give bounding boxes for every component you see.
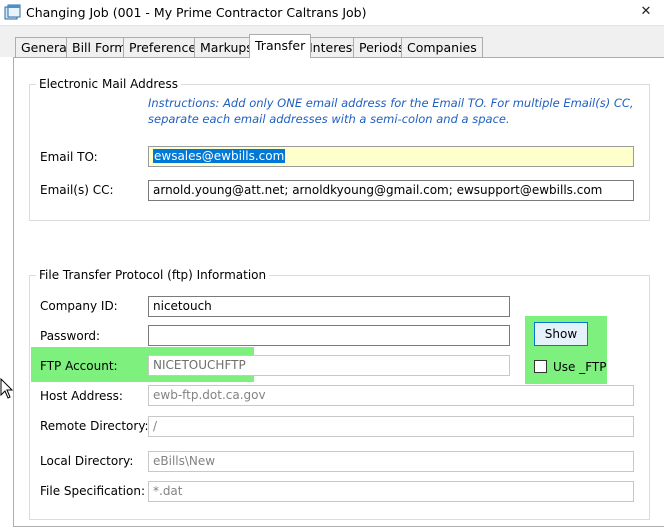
password-input[interactable] xyxy=(148,325,510,346)
close-button[interactable]: ✕ xyxy=(628,0,664,22)
email-to-input[interactable]: ewsales@ewbills.com xyxy=(148,146,634,167)
email-cc-input[interactable]: arnold.young@att.net; arnoldkyoung@gmail… xyxy=(148,180,634,201)
window-title: Changing Job (001 - My Prime Contractor … xyxy=(26,5,367,20)
use-ftp-label: Use _FTP xyxy=(553,360,607,374)
file-spec-input[interactable]: *.dat xyxy=(148,481,634,502)
host-address-label: Host Address: xyxy=(40,389,123,403)
email-to-value: ewsales@ewbills.com xyxy=(153,149,286,163)
host-address-input[interactable]: ewb-ftp.dot.ca.gov xyxy=(148,385,634,406)
ftp-section-title: File Transfer Protocol (ftp) Information xyxy=(39,268,267,282)
email-cc-label: Email(s) CC: xyxy=(40,183,114,197)
remote-directory-label: Remote Directory: xyxy=(40,419,149,433)
local-directory-input[interactable]: eBills\New xyxy=(148,451,634,472)
ftp-account-label: FTP Account: xyxy=(40,359,118,373)
title-bar: Changing Job (001 - My Prime Contractor … xyxy=(0,0,664,26)
tab-transfer[interactable]: Transfer xyxy=(249,34,312,58)
tab-companies[interactable]: Companies xyxy=(401,37,483,57)
company-id-label: Company ID: xyxy=(40,299,118,313)
mouse-cursor-icon xyxy=(0,378,14,399)
remote-directory-input[interactable]: / xyxy=(148,416,634,437)
local-directory-label: Local Directory: xyxy=(40,454,134,468)
email-section-title: Electronic Mail Address xyxy=(39,77,178,91)
show-button[interactable]: Show xyxy=(534,322,588,346)
email-instructions: Instructions: Add only ONE email address… xyxy=(148,96,634,126)
app-window-icon xyxy=(4,4,21,20)
file-spec-label: File Specification: xyxy=(40,484,145,498)
close-icon: ✕ xyxy=(640,3,652,19)
tab-strip: General Bill Form Preferences Markups Tr… xyxy=(0,26,664,58)
email-to-label: Email TO: xyxy=(40,150,98,164)
company-id-input[interactable]: nicetouch xyxy=(148,296,510,317)
password-label: Password: xyxy=(40,329,101,343)
ftp-account-input[interactable]: NICETOUCHFTP xyxy=(148,355,510,376)
use-ftp-checkbox[interactable] xyxy=(534,360,547,373)
